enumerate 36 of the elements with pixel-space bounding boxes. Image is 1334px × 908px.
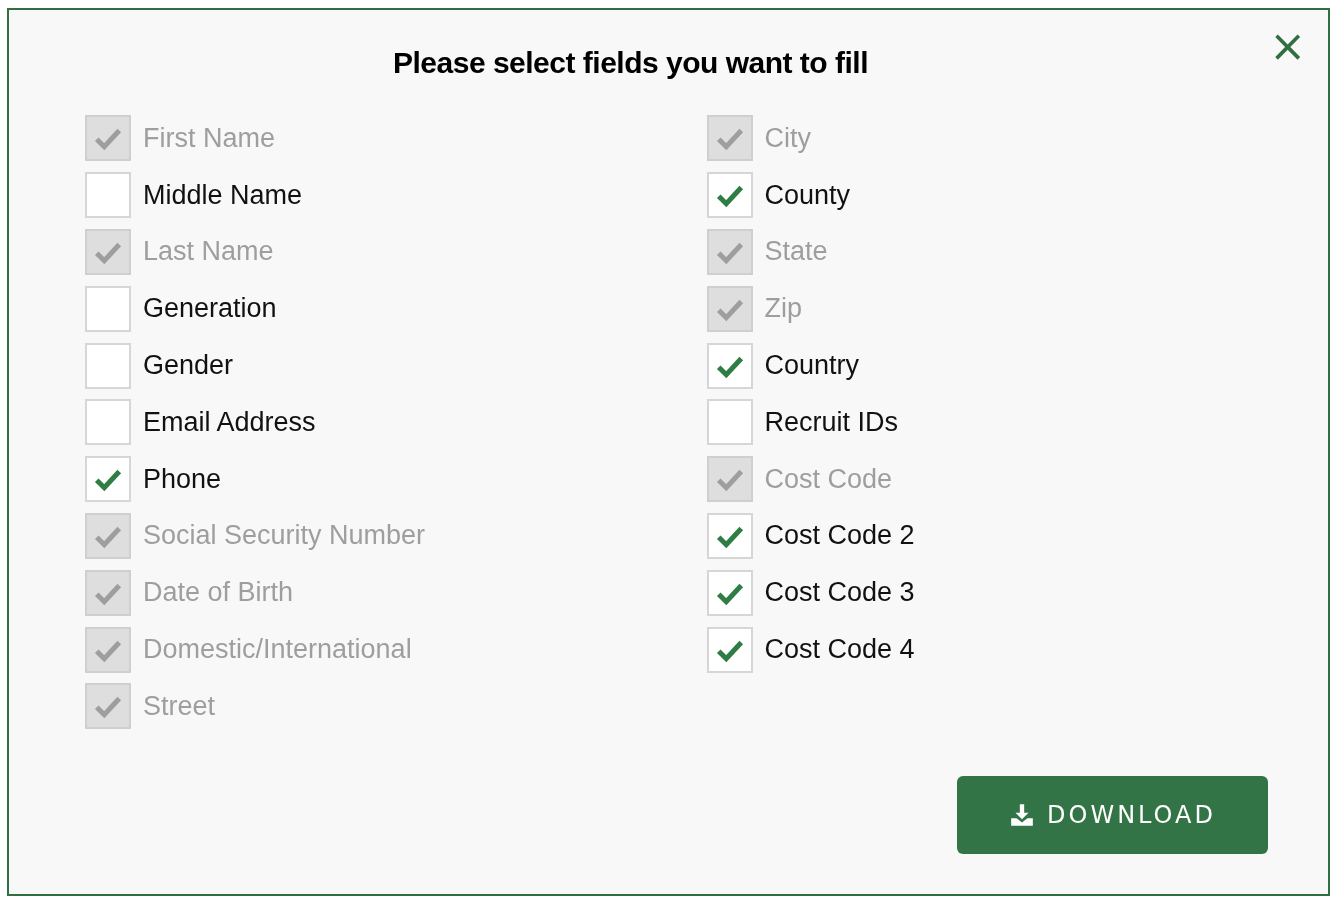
field-label: Date of Birth bbox=[143, 577, 294, 609]
field-label: Email Address bbox=[143, 406, 316, 438]
field-label: City bbox=[764, 122, 811, 154]
field-label: County bbox=[764, 179, 851, 211]
checkbox[interactable] bbox=[85, 342, 131, 389]
checkbox[interactable] bbox=[706, 569, 753, 616]
field-label: Middle Name bbox=[143, 179, 303, 211]
checkbox[interactable] bbox=[706, 172, 753, 219]
checkbox[interactable] bbox=[85, 399, 131, 446]
field-label: Last Name bbox=[143, 236, 274, 268]
field-label: Gender bbox=[143, 350, 234, 382]
field-label: Social Security Number bbox=[143, 520, 426, 552]
checkbox[interactable] bbox=[85, 456, 131, 503]
field-label: Cost Code 2 bbox=[764, 520, 915, 552]
field-label: Street bbox=[143, 690, 216, 722]
field-label: Zip bbox=[764, 293, 802, 325]
checkbox[interactable] bbox=[706, 512, 753, 559]
field-label: Country bbox=[764, 350, 860, 382]
checkbox[interactable] bbox=[706, 399, 753, 446]
download-icon bbox=[1009, 802, 1036, 828]
field-label: Recruit IDs bbox=[764, 406, 899, 438]
checkbox[interactable] bbox=[706, 342, 753, 389]
field-label: Generation bbox=[143, 293, 277, 325]
close-button[interactable]: × bbox=[1269, 24, 1306, 68]
field-label: Phone bbox=[143, 463, 222, 495]
checkbox[interactable] bbox=[85, 285, 131, 332]
checkbox[interactable] bbox=[85, 172, 131, 219]
field-label: Domestic/International bbox=[143, 634, 412, 666]
dialog-title: Please select fields you want to fill bbox=[393, 46, 869, 80]
checkbox[interactable] bbox=[706, 626, 753, 673]
field-label: State bbox=[764, 236, 828, 268]
field-label: Cost Code 3 bbox=[764, 577, 915, 609]
field-label: Cost Code 4 bbox=[764, 634, 915, 666]
field-label: Cost Code bbox=[764, 463, 893, 495]
field-label: First Name bbox=[143, 122, 275, 154]
download-button[interactable]: DOWNLOAD bbox=[957, 776, 1268, 854]
